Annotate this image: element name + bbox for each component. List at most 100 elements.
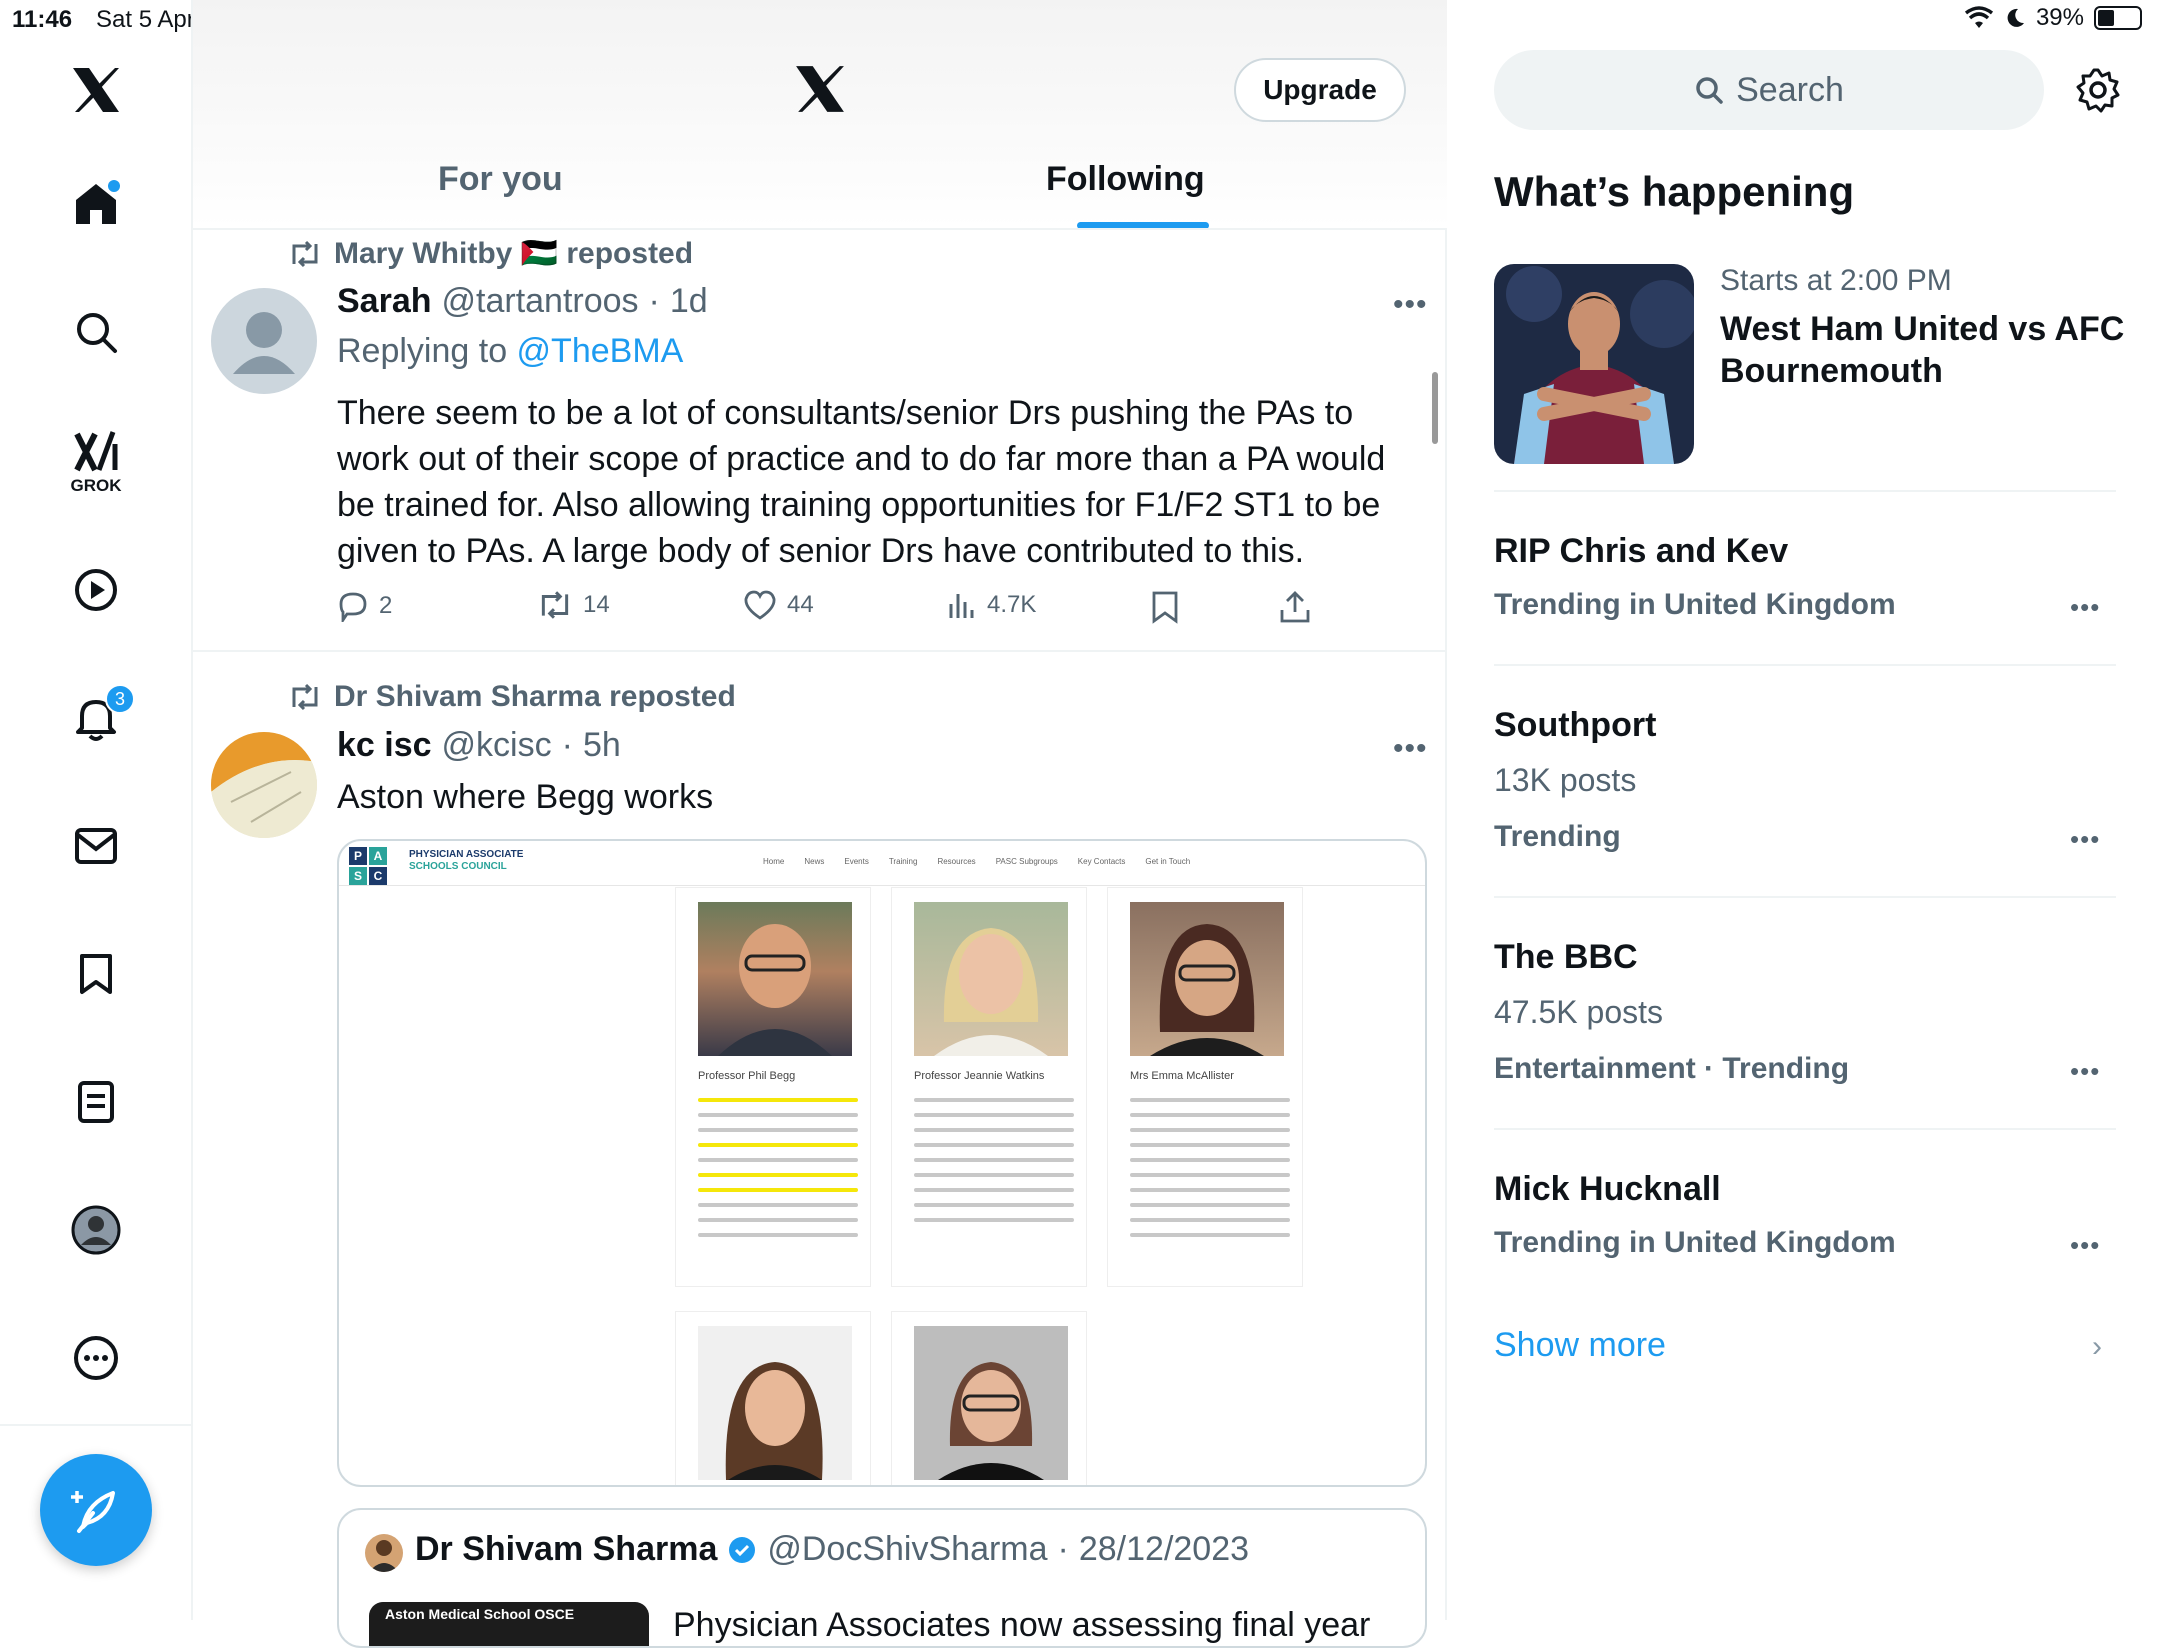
person-card: Professor Jeannie Watkins xyxy=(891,887,1087,1287)
trend-context: Entertainment · Trending xyxy=(1494,1052,1850,1085)
x-logo-icon[interactable] xyxy=(68,62,124,118)
video-play-icon[interactable] xyxy=(68,562,124,618)
sidebar-divider xyxy=(1494,1128,2116,1130)
trend-title[interactable]: The BBC xyxy=(1494,938,1638,977)
bookmarks-icon[interactable] xyxy=(68,946,124,1002)
repost-indicator: Mary Whitby 🇵🇸 reposted xyxy=(288,236,693,271)
repost-count: 14 xyxy=(583,591,610,618)
verified-badge-icon xyxy=(729,1536,756,1563)
views-count: 4.7K xyxy=(987,591,1037,618)
settings-gear-icon[interactable] xyxy=(2074,66,2122,114)
grok-label: GROK xyxy=(70,476,122,495)
reply-count: 2 xyxy=(379,592,393,619)
grok-icon[interactable]: GROK xyxy=(68,428,124,498)
person-card: Professor Phil Begg xyxy=(675,887,871,1287)
repost-icon xyxy=(292,240,318,267)
battery-percent: 39% xyxy=(2035,4,2084,31)
repost-button[interactable]: 14 xyxy=(537,590,610,620)
trend-title[interactable]: RIP Chris and Kev xyxy=(1494,532,1788,571)
author-handle[interactable]: @kcisc xyxy=(442,726,552,765)
quoted-post[interactable]: Dr Shivam Sharma @DocShivSharma · 28/12/… xyxy=(337,1508,1427,1648)
post-time[interactable]: 5h xyxy=(583,726,621,765)
pasc-org-name: PHYSICIAN ASSOCIATE SCHOOLS COUNCIL xyxy=(409,849,524,872)
moon-icon xyxy=(2007,8,2024,27)
event-start-time: Starts at 2:00 PM xyxy=(1720,264,1952,297)
compose-post-button[interactable] xyxy=(40,1454,152,1566)
trend-more-button[interactable]: ••• xyxy=(2070,1230,2100,1261)
chevron-right-icon: › xyxy=(2092,1330,2102,1363)
search-icon xyxy=(1696,77,1723,104)
repost-icon xyxy=(292,683,318,711)
notifications-badge: 3 xyxy=(105,684,135,714)
search-input[interactable]: Search xyxy=(1494,50,2044,130)
tab-for-you[interactable]: For you xyxy=(438,160,563,199)
post-divider xyxy=(193,650,1447,652)
reposted-by-text[interactable]: Dr Shivam Sharma reposted xyxy=(334,680,736,714)
search-placeholder: Search xyxy=(1736,70,1844,109)
scrollbar[interactable] xyxy=(1432,372,1438,444)
lists-icon[interactable] xyxy=(68,1074,124,1130)
trend-more-button[interactable]: ••• xyxy=(2070,592,2100,623)
status-indicators: 39% xyxy=(1964,4,2142,32)
avatar xyxy=(365,1534,403,1572)
views-button[interactable]: 4.7K xyxy=(947,590,1036,620)
person-card: Mrs Emma McAllister xyxy=(1107,887,1303,1287)
upgrade-button[interactable]: Upgrade xyxy=(1234,58,1406,122)
replying-to-link[interactable]: @TheBMA xyxy=(517,332,684,370)
reposted-by-text[interactable]: Mary Whitby 🇵🇸 reposted xyxy=(334,236,693,271)
x-header-logo-icon[interactable] xyxy=(794,64,846,119)
profile-avatar-icon[interactable] xyxy=(68,1202,124,1258)
trend-post-count: 13K posts xyxy=(1494,762,1637,798)
trend-post-count: 47.5K posts xyxy=(1494,994,1663,1030)
post-text: There seem to be a lot of consultants/se… xyxy=(337,394,1386,570)
trend-context: Trending in United Kingdom xyxy=(1494,1226,1896,1259)
compose-feather-icon xyxy=(71,1491,115,1533)
whats-happening-heading: What’s happening xyxy=(1494,168,1855,215)
repost-icon xyxy=(541,591,569,619)
trend-more-button[interactable]: ••• xyxy=(2070,1056,2100,1087)
quoted-author-name: Dr Shivam Sharma xyxy=(415,1530,718,1568)
trend-more-button[interactable]: ••• xyxy=(2070,824,2100,855)
like-button[interactable]: 44 xyxy=(743,590,814,620)
like-count: 44 xyxy=(787,591,814,618)
share-icon xyxy=(1280,591,1310,623)
event-title[interactable]: West Ham United vs AFC Bournemouth xyxy=(1720,308,2140,392)
share-button[interactable] xyxy=(1279,590,1311,629)
bookmark-button[interactable] xyxy=(1151,590,1179,629)
wifi-icon xyxy=(1964,6,1994,28)
bookmark-icon xyxy=(1152,591,1178,624)
author-handle[interactable]: @tartantroos xyxy=(442,282,639,321)
replying-to: Replying to @TheBMA xyxy=(337,332,684,370)
post-actions: 2 14 44 4.7K xyxy=(337,590,1337,630)
repost-indicator: Dr Shivam Sharma reposted xyxy=(288,680,736,714)
post-text: Aston where Begg works xyxy=(337,778,714,816)
explore-search-icon[interactable] xyxy=(68,304,124,360)
post-more-button[interactable]: ••• xyxy=(1393,732,1428,766)
battery-icon xyxy=(2094,6,2142,30)
tab-following[interactable]: Following xyxy=(1046,160,1205,199)
more-options-icon[interactable] xyxy=(68,1330,124,1386)
trend-title[interactable]: Southport xyxy=(1494,706,1656,745)
home-icon[interactable] xyxy=(68,176,124,232)
reply-button[interactable]: 2 xyxy=(337,590,392,622)
post-more-button[interactable]: ••• xyxy=(1393,288,1428,322)
tab-divider xyxy=(193,228,1447,230)
media-site-nav: Home News Events Training Resources PASC Subg… xyxy=(763,857,1191,866)
person-card xyxy=(891,1311,1087,1485)
nav-divider xyxy=(0,1424,193,1426)
show-more-link[interactable]: Show more xyxy=(1494,1326,1666,1365)
author-name[interactable]: Sarah xyxy=(337,282,432,321)
avatar[interactable] xyxy=(211,732,317,838)
post-time[interactable]: 1d xyxy=(670,282,708,321)
post-media-image[interactable]: P A S C PHYSICIAN ASSOCIATE SCHOOLS COUN… xyxy=(337,839,1427,1487)
avatar[interactable] xyxy=(211,288,317,394)
sidebar-divider xyxy=(1494,490,2116,492)
heart-icon xyxy=(744,590,776,620)
trend-context: Trending in United Kingdom xyxy=(1494,588,1896,621)
messages-mail-icon[interactable] xyxy=(68,818,124,874)
quoted-author-handle: @DocShivSharma xyxy=(767,1530,1048,1568)
quoted-post-header: Dr Shivam Sharma @DocShivSharma · 28/12/… xyxy=(415,1530,1250,1568)
author-name[interactable]: kc isc xyxy=(337,726,432,765)
trend-title[interactable]: Mick Hucknall xyxy=(1494,1170,1721,1209)
event-image[interactable] xyxy=(1494,264,1694,464)
